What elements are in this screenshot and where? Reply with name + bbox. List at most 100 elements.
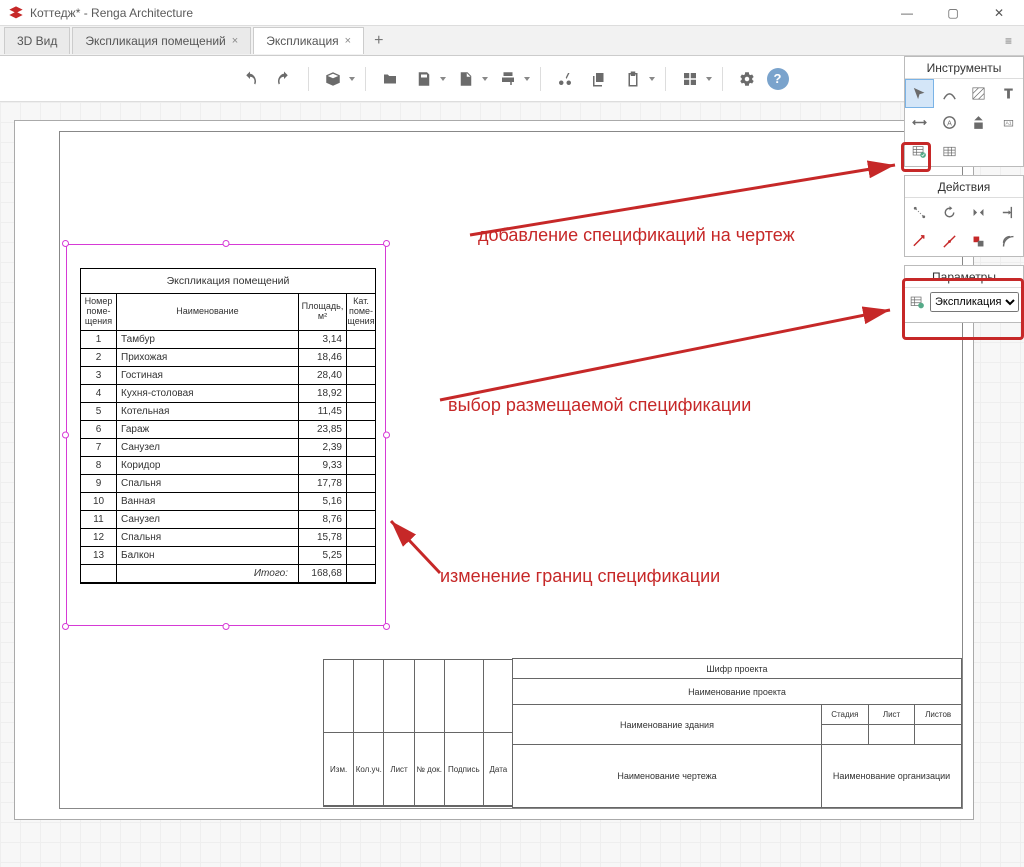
table-footer: Итого: 168,68 [81,565,375,583]
add-tab-button[interactable]: + [366,28,391,54]
table-row: 11Санузел8,76 [81,511,375,529]
table-row: 9Спальня17,78 [81,475,375,493]
undo-button[interactable] [236,65,264,93]
col-name: Наименование [117,294,299,331]
stage-label: Стадия [822,705,869,725]
action-rotate[interactable] [935,198,964,227]
action-extend[interactable] [905,227,934,256]
view-mode-button[interactable] [319,65,347,93]
table-caption: Экспликация помещений [81,269,375,294]
table-header: Номер поме-щения Наименование Площадь, м… [81,294,375,331]
close-icon[interactable]: × [232,35,238,47]
close-button[interactable]: ✕ [982,0,1016,26]
project-code: Шифр проекта [513,659,961,679]
action-move[interactable] [905,198,934,227]
line-tool[interactable] [935,79,964,108]
save-button[interactable] [410,65,438,93]
resize-handle-tr[interactable] [383,240,390,247]
panel-title: Действия [905,176,1023,198]
select-tool[interactable] [905,79,934,108]
callout-select-spec: выбор размещаемой спецификации [448,395,888,416]
specification-table[interactable]: Экспликация помещений Номер поме-щения Н… [80,268,376,584]
tab-explication[interactable]: Экспликация × [253,27,364,54]
tab-label: Экспликация [266,34,338,48]
tab-label: 3D Вид [17,34,57,48]
open-button[interactable] [376,65,404,93]
hatch-tool[interactable] [964,79,993,108]
panel-title: Инструменты [905,57,1023,79]
title-block-left: Изм. Кол.уч. Лист № док. Подпись Дата [323,659,513,807]
tabs-menu-icon[interactable]: ≡ [997,30,1020,52]
drawing-canvas[interactable]: Изм. Кол.уч. Лист № док. Подпись Дата Ши… [0,102,1024,867]
tab-label: Экспликация помещений [85,34,225,48]
table-row: 12Спальня15,78 [81,529,375,547]
table-row: 5Котельная11,45 [81,403,375,421]
settings-button[interactable] [733,65,761,93]
spec-select[interactable]: Экспликация [930,292,1019,312]
table-row: 10Ванная5,16 [81,493,375,511]
tab-3d-view[interactable]: 3D Вид [4,27,70,54]
table-row: 2Прихожая18,46 [81,349,375,367]
close-icon[interactable]: × [345,35,351,47]
sheet-label: Лист [869,705,916,725]
table-tool[interactable] [935,137,964,166]
action-break[interactable] [935,227,964,256]
callout-add-spec: добавление спецификаций на чертеж [478,225,808,246]
col-list: Лист [384,733,414,806]
table-row: 3Гостиная28,40 [81,367,375,385]
table-row: 1Тамбур3,14 [81,331,375,349]
col-area: Площадь, м² [299,294,347,331]
spec-insert-tool[interactable] [905,137,934,166]
project-name: Наименование проекта [513,679,961,705]
resize-handle-bm[interactable] [223,623,230,630]
resize-handle-bl[interactable] [62,623,69,630]
print-button[interactable] [494,65,522,93]
org-name: Наименование организации [821,745,961,807]
building-name: Наименование здания [513,705,821,745]
svg-text:A: A [947,119,952,127]
title-block: Изм. Кол.уч. Лист № док. Подпись Дата Ши… [512,658,962,808]
action-trim[interactable] [994,198,1023,227]
paste-button[interactable] [619,65,647,93]
resize-handle-ml[interactable] [62,432,69,439]
stage-sheet-block: СтадияЛистЛистов [821,705,961,745]
spec-icon [909,293,926,311]
sheets-label: Листов [915,705,961,725]
footer-total: 168,68 [299,565,347,583]
resize-handle-br[interactable] [383,623,390,630]
redo-button[interactable] [270,65,298,93]
resize-handle-tl[interactable] [62,240,69,247]
table-row: 6Гараж23,85 [81,421,375,439]
table-row: 13Балкон5,25 [81,547,375,565]
action-copy[interactable] [964,227,993,256]
table-row: 4Кухня-столовая18,92 [81,385,375,403]
resize-handle-tm[interactable] [223,240,230,247]
action-mirror[interactable] [964,198,993,227]
col-kol: Кол.уч. [354,733,384,806]
table-row: 7Санузел2,39 [81,439,375,457]
window-title: Коттедж* - Renga Architecture [30,6,890,20]
styles-button[interactable] [676,65,704,93]
panel-title: Параметры [905,266,1023,288]
elevation-tool[interactable] [964,108,993,137]
col-num: Номер поме-щения [81,294,117,331]
col-doc: № док. [415,733,445,806]
parameters-panel: Параметры Экспликация [904,265,1024,323]
callout-resize-spec: изменение границ спецификации [440,566,880,587]
help-button[interactable]: ? [767,68,789,90]
marker-tool[interactable]: А1 [994,108,1023,137]
action-offset[interactable] [994,227,1023,256]
resize-handle-mr[interactable] [383,432,390,439]
copy-button[interactable] [585,65,613,93]
axis-tool[interactable]: A [935,108,964,137]
dimension-tool[interactable] [905,108,934,137]
tab-explication-rooms[interactable]: Экспликация помещений × [72,27,251,54]
tools-panel: Инструменты A А1 [904,56,1024,167]
text-tool[interactable] [994,79,1023,108]
col-cat: Кат. поме-щения [347,294,375,331]
titlebar: Коттедж* - Renga Architecture — ▢ ✕ [0,0,1024,26]
maximize-button[interactable]: ▢ [936,0,970,26]
minimize-button[interactable]: — [890,0,924,26]
export-button[interactable] [452,65,480,93]
cut-button[interactable] [551,65,579,93]
